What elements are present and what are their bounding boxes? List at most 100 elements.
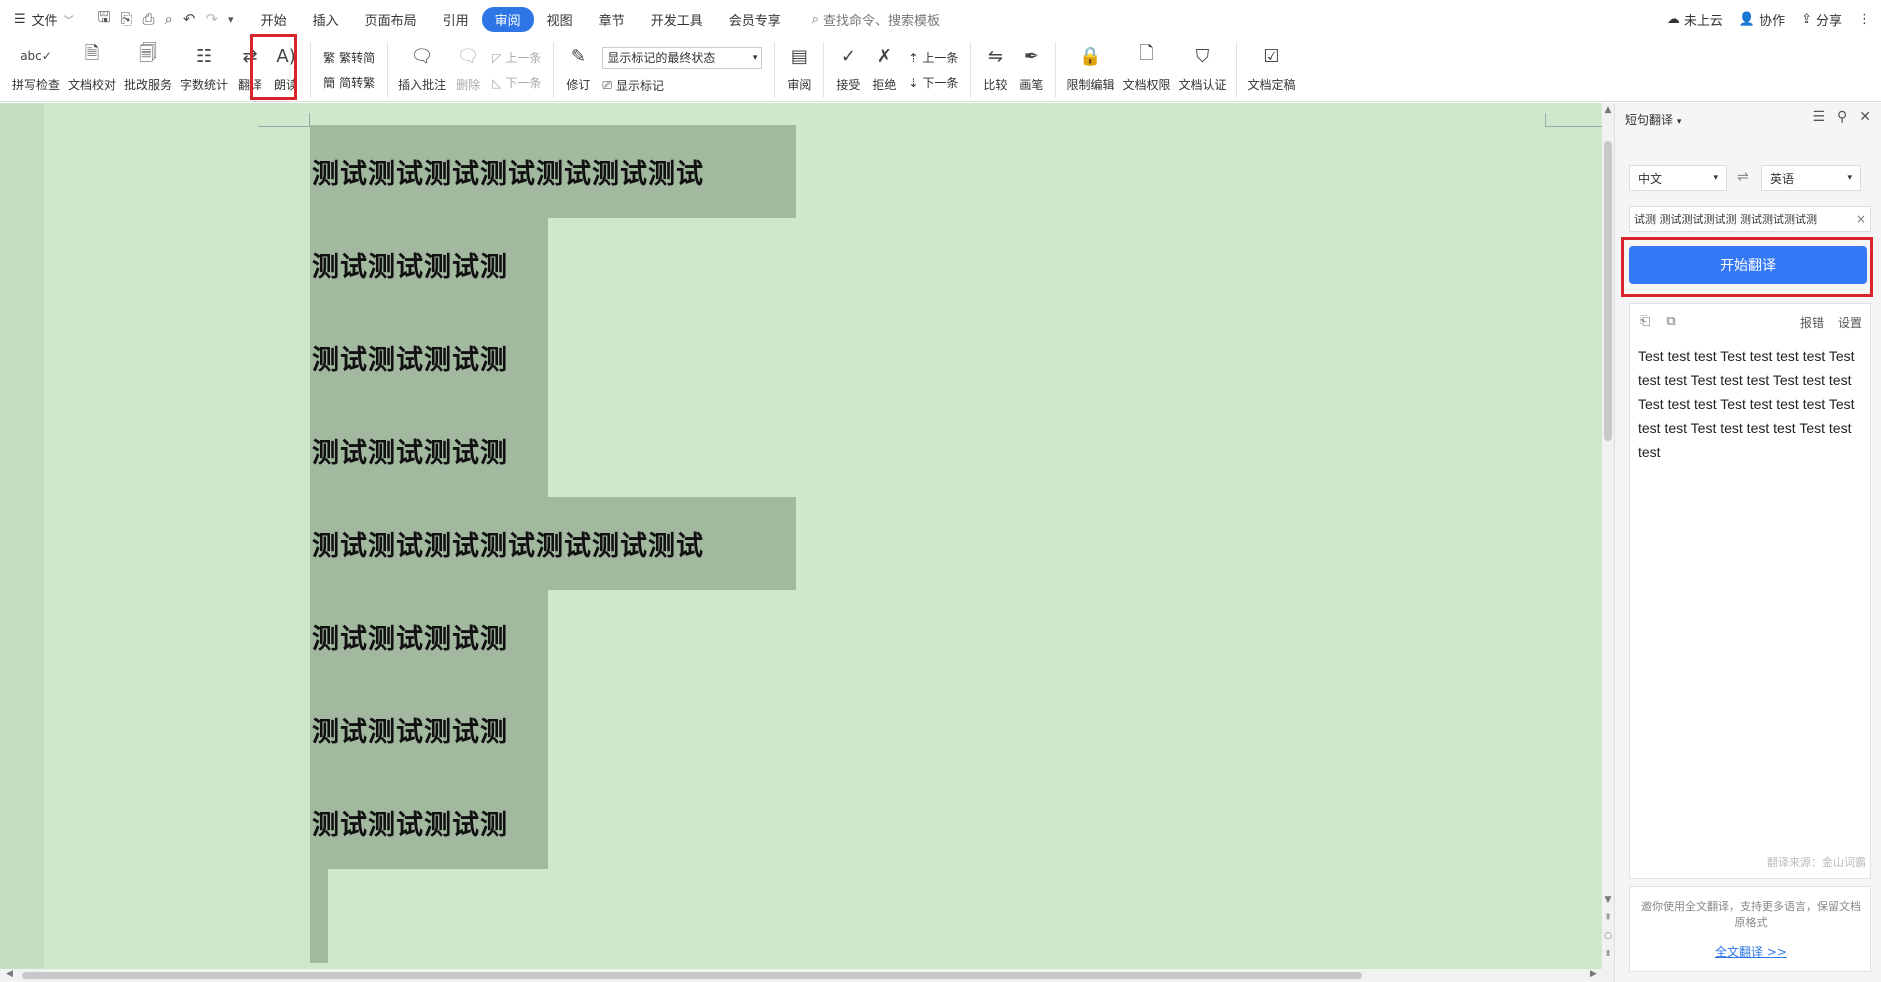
tab-developer[interactable]: 开发工具 (638, 7, 716, 32)
track-changes-button[interactable]: ✎ 修订 (560, 38, 596, 102)
tab-home[interactable]: 开始 (248, 7, 300, 32)
insert-comment-button[interactable]: 🗨 插入批注 (394, 38, 450, 102)
top-right-actions: ☁ 未上云 👤 协作 ⇪ 分享 ⋮ (1667, 0, 1871, 38)
spell-check-icon: abc✓ (20, 49, 52, 63)
document-line[interactable]: 测试测试测试测 (310, 683, 548, 776)
scroll-down-icon[interactable]: ▼ (1602, 895, 1614, 905)
translate-button-highlight-box (1621, 237, 1873, 297)
doc-certify-button[interactable]: ⛉ 文档认证 (1174, 38, 1230, 102)
tab-insert[interactable]: 插入 (300, 7, 352, 32)
doc-proofread-label: 文档校对 (68, 78, 117, 92)
tab-page-layout[interactable]: 页面布局 (352, 7, 430, 32)
doc-proofread-button[interactable]: 🗎 文档校对 (64, 38, 120, 102)
ink-button[interactable]: ✒ 画笔 (1013, 38, 1049, 102)
doc-permission-button[interactable]: 🗋 文档权限 (1118, 38, 1174, 102)
close-icon[interactable]: ✕ (1859, 109, 1871, 125)
clear-icon[interactable]: × (1856, 212, 1866, 226)
settings-link[interactable]: 设置 (1838, 314, 1862, 331)
review-pane-button[interactable]: ▤ 审阅 (781, 38, 817, 102)
doc-finalize-label: 文档定稿 (1247, 78, 1296, 92)
share-button[interactable]: ⇪ 分享 (1801, 10, 1842, 29)
document-canvas[interactable]: 测试测试测试测试测试测试测试 测试测试测试测 测试测试测试测 测试测试测试测 测… (0, 103, 1602, 969)
revise-service-button[interactable]: 🗐 批改服务 (120, 38, 176, 102)
next-change-button[interactable]: ⇣ 下一条 (908, 74, 958, 91)
markup-state-select[interactable]: 显示标记的最终状态 ▾ (602, 46, 763, 69)
prev-change-label: 上一条 (922, 51, 959, 65)
ribbon-divider (310, 42, 312, 98)
tab-member[interactable]: 会员专享 (716, 7, 794, 32)
full-translate-link[interactable]: 全文翻译 >> (1630, 943, 1872, 960)
scroll-left-icon[interactable]: ◀ (6, 969, 13, 979)
collaborate-button[interactable]: 👤 协作 (1739, 10, 1785, 29)
reject-label: 拒绝 (872, 78, 897, 92)
menu-icon[interactable]: ☰ (1812, 109, 1825, 125)
trad-to-simp-button[interactable]: 繁 繁转简 (323, 49, 375, 66)
promo-text: 邀你使用全文翻译，支持更多语言，保留文档原格式 (1641, 900, 1861, 929)
command-search[interactable]: ⌕ 查找命令、搜索模板 (812, 10, 940, 29)
review-pane-icon: ▤ (790, 45, 808, 67)
next-comment-button[interactable]: ◺ 下一条 (492, 74, 541, 91)
show-markup-button[interactable]: ⎚ 显示标记 (602, 77, 762, 94)
insert-comment-label: 插入批注 (398, 78, 447, 92)
prev-change-button[interactable]: ⇡ 上一条 (908, 49, 958, 66)
source-language-select[interactable]: 中文 ▾ (1629, 165, 1727, 191)
copy-icon[interactable]: ⧉ (1666, 314, 1675, 329)
cloud-status-button[interactable]: ☁ 未上云 (1667, 10, 1723, 29)
document-line[interactable]: 测试测试测试测试测试测试测试 (310, 497, 796, 590)
document-line[interactable]: 测试测试测试测试测试测试测试 (310, 125, 796, 218)
tab-chapter[interactable]: 章节 (586, 7, 638, 32)
document-line[interactable]: 测试测试测试测 (310, 311, 548, 404)
redo-icon[interactable]: ↷ (205, 10, 218, 28)
vertical-scroll-thumb[interactable] (1604, 141, 1612, 441)
delete-comment-button[interactable]: 🗨 删除 (450, 38, 486, 102)
compare-button[interactable]: ⇋ 比较 (977, 38, 1013, 102)
chevron-down-icon: ▾ (1847, 173, 1852, 183)
tab-review[interactable]: 审阅 (481, 6, 534, 32)
print-icon[interactable]: ⎙ (142, 10, 154, 28)
document-line[interactable]: 测试测试测试测 (310, 218, 548, 311)
margin-corner-top-left (258, 113, 310, 127)
swap-languages-icon[interactable]: ⇌ (1737, 169, 1749, 185)
pin-icon[interactable]: ⚲ (1837, 109, 1847, 125)
report-error-link[interactable]: 报错 (1800, 314, 1824, 331)
source-text-input[interactable]: 试测 测试测试测试测 测试测试测试测 × (1629, 206, 1871, 232)
ribbon-divider (1055, 42, 1057, 98)
panel-title-dropdown[interactable]: 短句翻译 ▾ (1625, 111, 1681, 128)
document-line[interactable]: 测试测试测试测 (310, 590, 548, 683)
export-pdf-icon[interactable]: ⎘ (120, 10, 132, 28)
save-icon[interactable]: 🖫 (98, 7, 111, 32)
accept-button[interactable]: ✓ 接受 (830, 38, 866, 102)
horizontal-scrollbar[interactable]: ◀ ▶ (0, 969, 1614, 982)
undo-icon[interactable]: ↶ (183, 10, 196, 28)
scroll-right-icon[interactable]: ▶ (1590, 969, 1597, 979)
search-icon: ⌕ (811, 11, 819, 27)
target-language-value: 英语 (1770, 171, 1795, 186)
insert-to-doc-icon[interactable]: ⎗ (1640, 314, 1650, 329)
doc-finalize-button[interactable]: ☑ 文档定稿 (1243, 38, 1299, 102)
customize-dropdown-icon[interactable]: ▾ (228, 13, 234, 26)
target-language-select[interactable]: 英语 ▾ (1761, 165, 1861, 191)
document-line[interactable]: 测试测试测试测 (310, 776, 548, 869)
simp-to-trad-button[interactable]: 簡 简转繁 (323, 74, 375, 91)
print-preview-icon[interactable]: ⌕ (164, 10, 172, 28)
prev-comment-button[interactable]: ◸ 上一条 (492, 49, 541, 66)
delete-comment-icon: 🗨 (456, 45, 480, 67)
spell-check-button[interactable]: abc✓ 拼写检查 (8, 38, 64, 102)
tab-references[interactable]: 引用 (430, 7, 482, 32)
tab-view[interactable]: 视图 (534, 7, 586, 32)
more-icon[interactable]: ⋮ (1858, 12, 1871, 27)
ribbon-divider (970, 42, 972, 98)
reject-button[interactable]: ✗ 拒绝 (866, 38, 902, 102)
vertical-scrollbar[interactable]: ▲ ▼ ⇞ ○ ⇟ (1602, 103, 1614, 969)
horizontal-scroll-thumb[interactable] (22, 972, 1362, 979)
prev-page-icon[interactable]: ⇞ (1602, 913, 1614, 923)
scroll-up-icon[interactable]: ▲ (1602, 105, 1614, 115)
word-count-button[interactable]: ☷ 字数统计 (176, 38, 232, 102)
prev-change-icon: ⇡ (908, 50, 919, 65)
next-page-icon[interactable]: ⇟ (1602, 949, 1614, 959)
restrict-edit-button[interactable]: 🔒 限制编辑 (1062, 38, 1118, 102)
document-line[interactable]: 测试测试测试测 (310, 404, 548, 497)
select-browse-icon[interactable]: ○ (1602, 931, 1614, 941)
file-menu[interactable]: ☰ 文件 ﹀ (0, 10, 84, 29)
track-changes-label: 修订 (566, 78, 591, 92)
